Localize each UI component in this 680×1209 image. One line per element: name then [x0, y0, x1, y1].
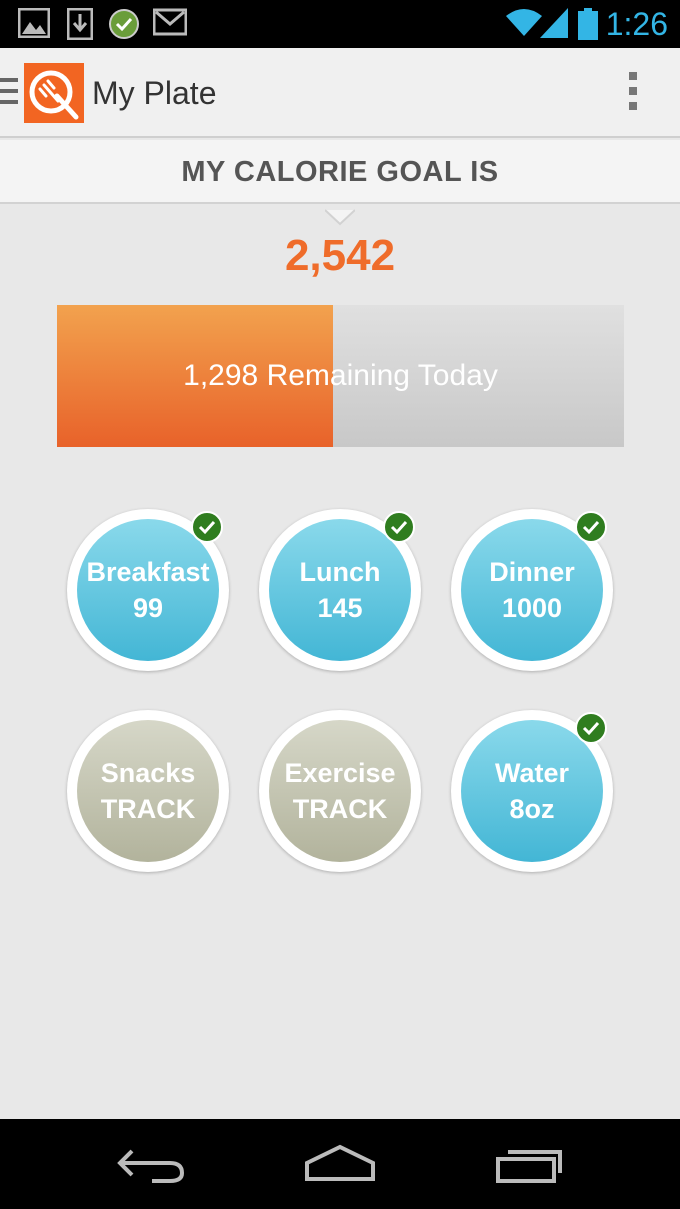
status-bar: 1:26 [0, 0, 680, 48]
battery-icon [578, 8, 598, 40]
meal-value: 1000 [501, 593, 563, 623]
checkmark-icon [575, 511, 607, 543]
recent-apps-icon[interactable] [486, 1141, 576, 1187]
meal-button-snacks[interactable]: Snacks TRACK [67, 710, 229, 872]
calorie-goal-value: 2,542 [284, 231, 396, 280]
navigation-bar [0, 1119, 680, 1209]
meal-button-exercise[interactable]: Exercise TRACK [259, 710, 421, 872]
calorie-goal-label: MY CALORIE GOAL IS [181, 156, 499, 188]
overflow-menu-icon[interactable] [626, 72, 640, 114]
app-logo-icon[interactable] [24, 63, 84, 123]
meal-name: Snacks [100, 758, 196, 788]
calorie-goal-header: MY CALORIE GOAL IS [0, 140, 680, 204]
meal-name: Breakfast [86, 557, 210, 587]
gmail-icon [153, 8, 187, 36]
meal-value: 99 [132, 593, 164, 623]
meal-value: 8oz [509, 794, 555, 824]
meal-name: Dinner [489, 557, 575, 587]
check-circle-icon [109, 9, 139, 39]
meal-name: Exercise [284, 758, 396, 788]
download-icon [67, 8, 93, 40]
meal-value: TRACK [292, 794, 388, 824]
meal-disc: Snacks TRACK [77, 720, 219, 862]
meal-button-breakfast[interactable]: Breakfast 99 [67, 509, 229, 671]
home-icon[interactable] [295, 1141, 385, 1187]
meal-button-water[interactable]: Water 8oz [451, 710, 613, 872]
image-icon [18, 8, 50, 38]
meal-name: Lunch [299, 557, 381, 587]
clock: 1:26 [605, 6, 668, 42]
hamburger-icon[interactable] [0, 78, 20, 106]
meal-button-dinner[interactable]: Dinner 1000 [451, 509, 613, 671]
meal-disc: Exercise TRACK [269, 720, 411, 862]
signal-icon [540, 8, 568, 38]
checkmark-icon [191, 511, 223, 543]
action-bar: My Plate [0, 48, 680, 138]
wifi-icon [506, 9, 542, 36]
meal-name: Water [494, 758, 569, 788]
calorie-progress-bar[interactable]: 1,298 Remaining Today [57, 305, 624, 447]
remaining-today-label: 1,298 Remaining Today [183, 359, 498, 392]
back-icon[interactable] [104, 1141, 194, 1187]
app-title: My Plate [92, 75, 217, 111]
meal-value: 145 [317, 593, 363, 623]
checkmark-icon [383, 511, 415, 543]
meal-value: TRACK [100, 794, 196, 824]
meal-button-lunch[interactable]: Lunch 145 [259, 509, 421, 671]
checkmark-icon [575, 712, 607, 744]
